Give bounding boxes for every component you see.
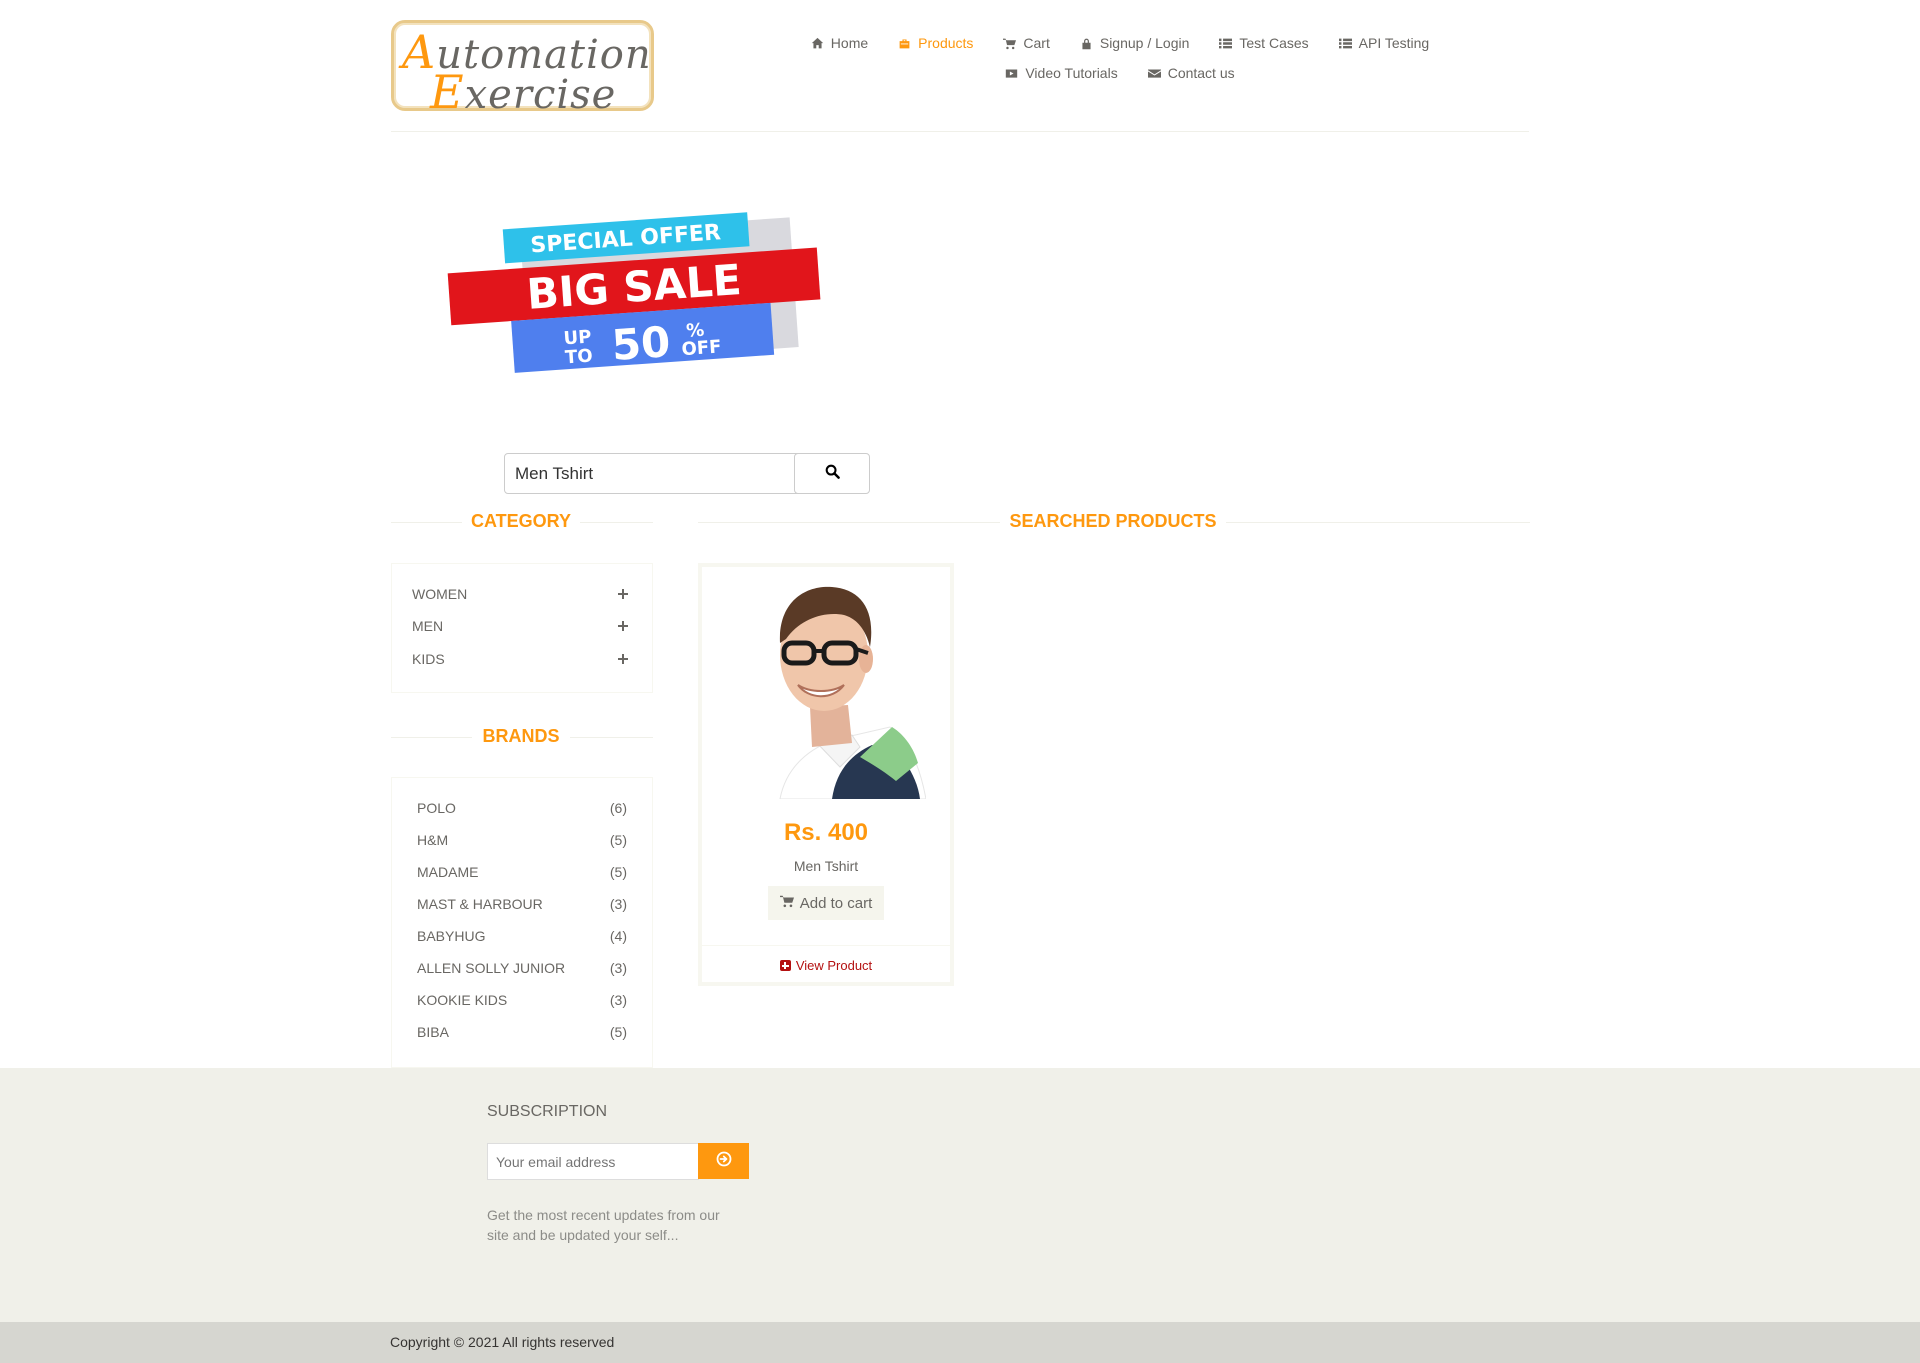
brand-label: POLO <box>417 800 456 816</box>
brand-label: BABYHUG <box>417 928 486 944</box>
plus-icon[interactable] <box>618 586 628 602</box>
cart-icon <box>779 894 800 912</box>
brand-label: MAST & HARBOUR <box>417 896 543 912</box>
home-icon <box>811 37 824 50</box>
nav-label: Test Cases <box>1239 35 1309 51</box>
nav-label: Contact us <box>1167 65 1235 81</box>
lock-icon <box>1080 37 1093 50</box>
view-product-link[interactable]: View Product <box>702 958 950 973</box>
subscription-note: Get the most recent updates from our sit… <box>487 1207 720 1243</box>
logo-text-line2: xercise <box>464 72 617 118</box>
list-icon <box>1219 37 1233 50</box>
subscription-title: SUBSCRIPTION <box>487 1103 608 1120</box>
add-to-cart-button[interactable]: Add to cart <box>768 886 884 920</box>
site-logo[interactable]: Automation Exercise <box>391 20 654 119</box>
brands-title: Brands <box>472 726 570 747</box>
sale-banner: SPECIAL OFFER BIG SALE UP TO 50 % OFF <box>447 212 821 373</box>
brand-count: (5) <box>609 832 627 848</box>
product-price: Rs. 400 <box>783 819 869 846</box>
brand-polo[interactable]: POLO (6) <box>417 800 627 816</box>
brand-label: KOOKIE KIDS <box>417 992 508 1008</box>
brand-count: (6) <box>609 800 627 816</box>
nav-api-testing[interactable]: API Testing <box>1338 35 1430 51</box>
product-image <box>720 567 926 799</box>
nav-products[interactable]: Products <box>898 35 973 51</box>
searched-products-title: Searched Products <box>1000 511 1226 532</box>
nav-cart[interactable]: Cart <box>1003 35 1050 51</box>
view-product-label: View Product <box>795 958 873 973</box>
brand-count: (3) <box>609 896 627 912</box>
copyright-text: Copyright © 2021 All rights reserved <box>390 1334 615 1350</box>
banner-off: OFF <box>681 336 722 360</box>
product-card: Rs. 400 Men Tshirt Add to cart View Prod… <box>698 563 954 986</box>
category-label: MEN <box>412 618 444 634</box>
nav-contact-us[interactable]: Contact us <box>1147 65 1235 81</box>
products-icon <box>898 37 911 50</box>
brand-mast-harbour[interactable]: MAST & HARBOUR (3) <box>417 896 627 912</box>
brand-hm[interactable]: H&M (5) <box>417 832 627 848</box>
brand-label: MADAME <box>417 864 479 880</box>
brand-count: (5) <box>609 1024 627 1040</box>
search-icon <box>825 464 840 484</box>
nav-test-cases[interactable]: Test Cases <box>1219 35 1309 51</box>
product-name: Men Tshirt <box>793 858 859 874</box>
category-label: WOMEN <box>412 586 468 602</box>
main-nav: Home Products Cart Signup / Login Test C… <box>790 28 1450 88</box>
banner-to: TO <box>564 345 593 368</box>
brand-kookie-kids[interactable]: KOOKIE KIDS (3) <box>417 992 627 1008</box>
footer-widget <box>0 1068 1920 1322</box>
brands-panel: POLO (6) H&M (5) MADAME (5) MAST & HARBOUR (… <box>391 777 653 1068</box>
subscribe-button[interactable] <box>698 1143 749 1179</box>
youtube-icon <box>1005 67 1018 80</box>
brand-count: (3) <box>609 992 627 1008</box>
search-product-input[interactable] <box>504 453 800 494</box>
plus-icon[interactable] <box>618 618 628 634</box>
brand-label: BIBA <box>417 1024 449 1040</box>
brand-count: (5) <box>609 864 627 880</box>
nav-label: Home <box>830 35 869 51</box>
nav-home[interactable]: Home <box>811 35 868 51</box>
footer-bottom-bar <box>0 1322 1920 1363</box>
nav-label: Cart <box>1023 35 1050 51</box>
nav-signup-login[interactable]: Signup / Login <box>1080 35 1190 51</box>
plus-icon[interactable] <box>618 651 628 667</box>
search-button[interactable] <box>794 453 870 494</box>
cart-icon <box>1003 37 1017 50</box>
category-label: KIDS <box>412 651 445 667</box>
logo-initial-e: E <box>430 65 465 119</box>
nav-label: API Testing <box>1358 35 1430 51</box>
envelope-icon <box>1147 67 1161 80</box>
card-divider <box>702 945 950 946</box>
category-title: Category <box>462 511 580 532</box>
category-women[interactable]: WOMEN <box>412 586 628 602</box>
plus-square-icon <box>779 960 791 971</box>
nav-label: Products <box>918 35 974 51</box>
nav-label: Signup / Login <box>1099 35 1190 51</box>
list-icon <box>1338 37 1352 50</box>
brand-label: ALLEN SOLLY JUNIOR <box>417 960 566 976</box>
brand-label: H&M <box>417 832 449 848</box>
nav-video-tutorials[interactable]: Video Tutorials <box>1005 65 1118 81</box>
brand-allen-solly-junior[interactable]: ALLEN SOLLY JUNIOR (3) <box>417 960 627 976</box>
brand-babyhug[interactable]: BABYHUG (4) <box>417 928 627 944</box>
banner-percent: 50 <box>610 317 672 370</box>
add-to-cart-label: Add to cart <box>799 894 873 912</box>
category-men[interactable]: MEN <box>412 618 628 634</box>
category-panel: WOMEN MEN KIDS <box>391 563 653 693</box>
brand-count: (4) <box>609 928 627 944</box>
brand-count: (3) <box>609 960 627 976</box>
brand-madame[interactable]: MADAME (5) <box>417 864 627 880</box>
header-divider <box>391 131 1529 132</box>
category-kids[interactable]: KIDS <box>412 651 628 667</box>
nav-label: Video Tutorials <box>1025 65 1118 81</box>
brand-biba[interactable]: BIBA (5) <box>417 1024 627 1040</box>
subscription-email-input[interactable] <box>487 1143 699 1180</box>
arrow-circle-right-icon <box>716 1151 732 1172</box>
